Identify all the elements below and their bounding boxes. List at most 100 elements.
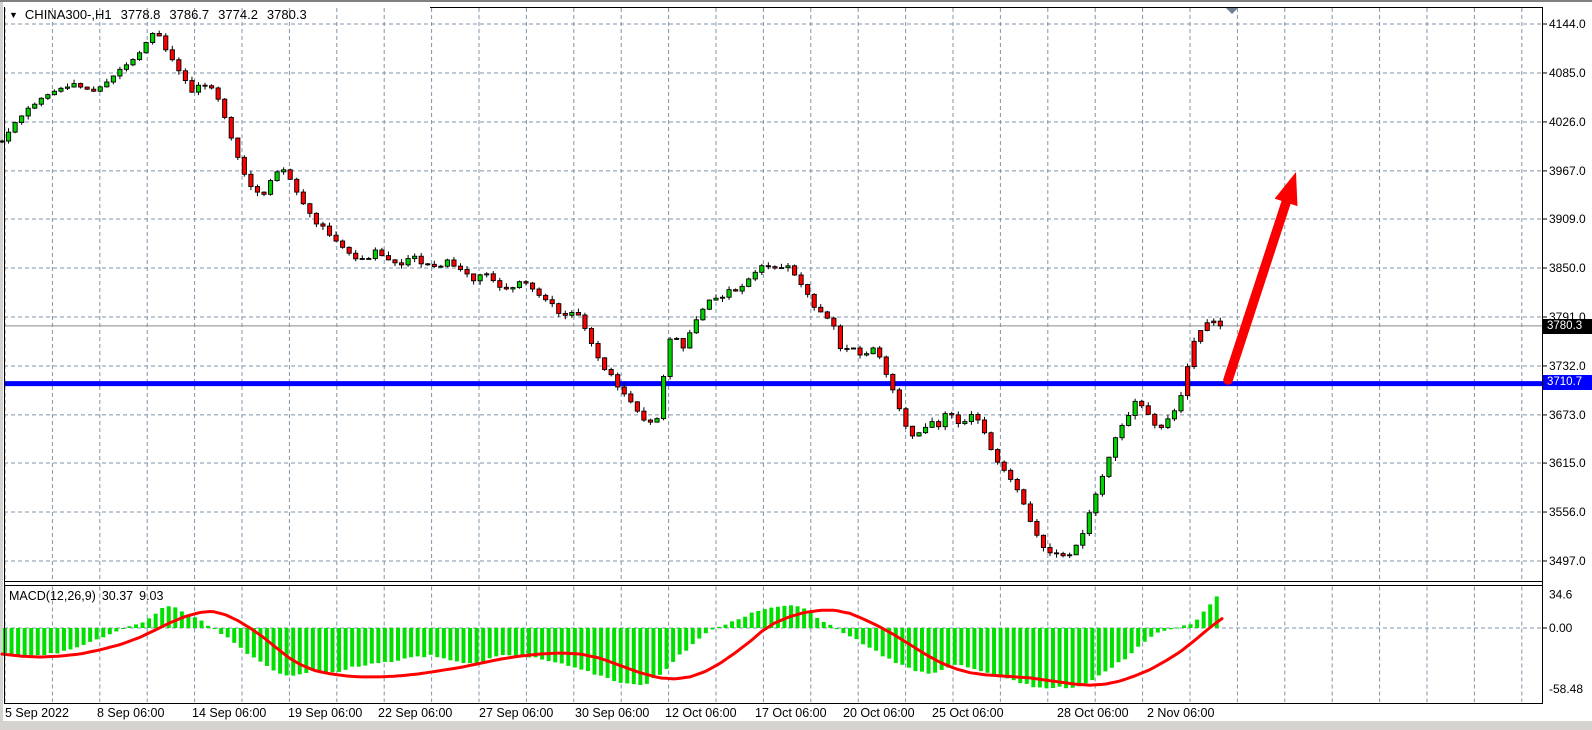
macd-histogram-bar (1117, 628, 1121, 662)
macd-name: MACD(12,26,9) (9, 589, 96, 603)
macd-histogram-bar (409, 628, 413, 657)
trend-arrow-head[interactable] (1275, 172, 1298, 206)
candle-bear (884, 357, 888, 374)
price-tick-label: 3556.0 (1549, 505, 1586, 519)
macd-histogram-bar (337, 628, 341, 672)
candle-bull (701, 309, 705, 320)
chart-window[interactable]: 4144.04085.04026.03967.03909.03850.03791… (0, 0, 1592, 730)
candle-bull (445, 260, 449, 266)
macd-histogram-bar (710, 628, 714, 629)
macd-histogram-bar (1058, 628, 1062, 687)
candle-bear (262, 192, 266, 194)
macd-histogram-bar (422, 628, 426, 657)
time-axis-label[interactable]: 20 Oct 06:00 (843, 706, 915, 720)
macd-histogram-bar (429, 628, 433, 655)
candle-bear (1028, 504, 1032, 521)
macd-histogram-bar (809, 612, 813, 628)
candle-bear (190, 81, 194, 93)
macd-histogram-bar (547, 628, 551, 661)
candle-bull (1100, 476, 1104, 494)
candle-bear (1205, 323, 1209, 331)
macd-histogram-bar (848, 628, 852, 636)
candle-bear (223, 99, 227, 117)
time-axis-label[interactable]: 2 Nov 06:00 (1147, 706, 1214, 720)
macd-histogram-bar (344, 628, 348, 670)
macd-histogram-bar (147, 618, 151, 628)
macd-histogram-bar (1025, 628, 1029, 684)
candle-bull (137, 53, 141, 60)
time-axis-label[interactable]: 27 Sep 06:00 (479, 706, 553, 720)
macd-histogram-bar (651, 628, 655, 678)
time-axis-label[interactable]: 22 Sep 06:00 (378, 706, 452, 720)
price-tick-label: 4085.0 (1549, 66, 1586, 80)
time-axis-label[interactable]: 25 Oct 06:00 (932, 706, 1004, 720)
macd-histogram-bar (822, 622, 826, 628)
macd-histogram-bar (972, 628, 976, 669)
candle-bull (33, 104, 37, 108)
candle-bull (131, 60, 135, 65)
candle-bear (341, 241, 345, 247)
macd-tick-label: 0.00 (1549, 621, 1573, 635)
candle-bear (792, 266, 796, 275)
time-axis-label[interactable]: 14 Sep 06:00 (192, 706, 266, 720)
time-axis-label[interactable]: 30 Sep 06:00 (575, 706, 649, 720)
symbol-dropdown-icon[interactable]: ▼ (9, 10, 18, 20)
candle-bear (904, 409, 908, 427)
candle-bull (111, 76, 115, 82)
candle-bull (661, 376, 665, 418)
candle-bear (347, 247, 351, 253)
candle-bear (236, 138, 240, 157)
time-axis-label[interactable]: 5 Sep 2022 (5, 706, 69, 720)
macd-histogram-bar (593, 628, 597, 675)
macd-histogram-bar (55, 628, 59, 653)
macd-histogram-bar (933, 628, 937, 673)
macd-histogram-bar (193, 617, 197, 628)
candle-bear (242, 157, 246, 174)
macd-histogram-bar (861, 628, 865, 644)
candle-bull (851, 348, 855, 349)
candle-bear (1146, 406, 1150, 415)
candle-bull (570, 312, 574, 315)
candle-bear (452, 260, 456, 266)
candle-bear (1054, 553, 1058, 554)
candle-bull (1166, 419, 1170, 428)
macd-histogram-bar (566, 628, 570, 666)
candle-bull (707, 300, 711, 309)
macd-histogram-bar (82, 628, 86, 645)
candle-bear (891, 374, 895, 390)
macd-histogram-bar (927, 628, 931, 674)
hline-price-box[interactable]: 3710.7 (1543, 375, 1592, 390)
candle-bear (989, 433, 993, 450)
macd-histogram-bar (966, 628, 970, 667)
time-axis-label[interactable]: 17 Oct 06:00 (755, 706, 827, 720)
candle-bull (144, 43, 148, 53)
candle-bear (1185, 367, 1189, 396)
macd-histogram-bar (704, 628, 708, 633)
time-axis-label[interactable]: 19 Sep 06:00 (288, 706, 362, 720)
candle-bull (668, 339, 672, 376)
candle-bear (1153, 414, 1157, 425)
macd-histogram-bar (16, 628, 20, 656)
macd-tick-label: 34.6 (1549, 588, 1573, 602)
time-axis-label[interactable]: 12 Oct 06:00 (665, 706, 737, 720)
macd-histogram-bar (959, 628, 963, 665)
macd-histogram-bar (62, 628, 66, 651)
price-tick-label: 4026.0 (1549, 115, 1586, 129)
macd-histogram-bar (219, 628, 223, 634)
candle-bear (301, 192, 305, 204)
candle-bear (982, 420, 986, 433)
macd-histogram-bar (986, 628, 990, 673)
candle-bull (740, 286, 744, 291)
macd-histogram-bar (900, 628, 904, 665)
candle-bull (1127, 415, 1131, 425)
ohlc-high: 3786.7 (169, 7, 209, 22)
chart-canvas[interactable]: 4144.04085.04026.03967.03909.03850.03791… (0, 0, 1592, 730)
macd-histogram-bar (1169, 628, 1173, 629)
candle-bull (151, 33, 155, 42)
candle-bull (923, 427, 927, 432)
macd-histogram-bar (468, 628, 472, 663)
time-axis-label[interactable]: 8 Sep 06:00 (97, 706, 164, 720)
candle-bull (1120, 425, 1124, 437)
time-axis-label[interactable]: 28 Oct 06:00 (1057, 706, 1129, 720)
macd-histogram-bar (1175, 628, 1179, 629)
